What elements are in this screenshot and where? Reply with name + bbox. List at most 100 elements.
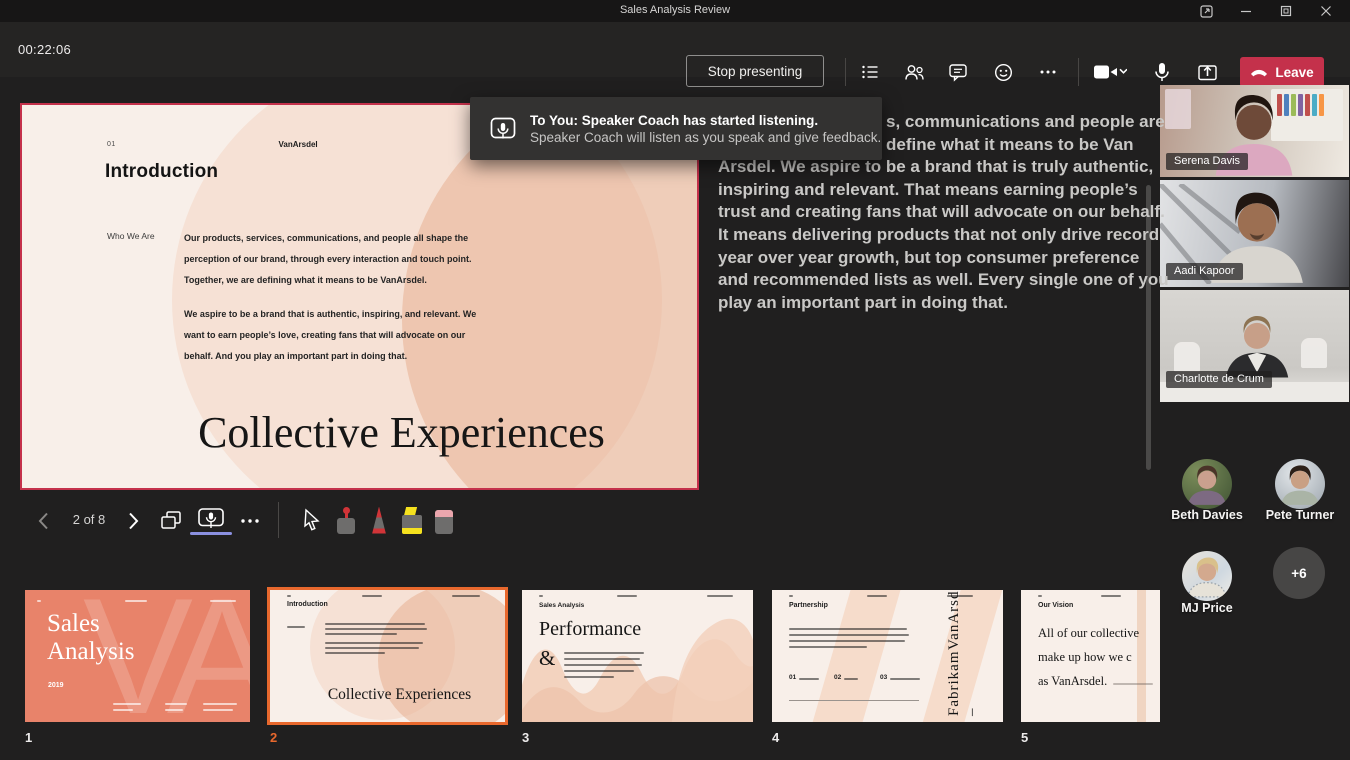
slide-brand-logo: VanArsdel <box>279 140 318 149</box>
slide-thumbnail-2-selected[interactable]: Introduction Collective Experiences <box>267 587 508 725</box>
show-participants-button[interactable] <box>897 56 931 88</box>
toast-title: To You: Speaker Coach has started listen… <box>530 113 881 128</box>
slide-section-number: 01 <box>107 141 116 148</box>
chevron-right-icon <box>128 512 139 530</box>
hangup-icon <box>1250 67 1268 77</box>
highlighter-icon <box>402 507 422 534</box>
thumbnail-number: 1 <box>25 730 32 745</box>
background-poster <box>1165 89 1191 129</box>
notes-line: play an important part in doing that. <box>718 292 1142 315</box>
pointer-tool-button[interactable] <box>298 506 326 534</box>
avatar-beth-davies[interactable] <box>1182 459 1232 509</box>
slide-position-label: 2 of 8 <box>62 512 116 527</box>
minimize-button[interactable] <box>1226 0 1266 22</box>
minimize-icon <box>1240 5 1252 17</box>
more-presenter-tools-button[interactable] <box>234 508 266 534</box>
thumbnail-number: 4 <box>772 730 779 745</box>
more-icon <box>238 509 262 533</box>
thumbnail-list-item: 03 <box>880 674 887 681</box>
camera-caret-icon <box>1120 69 1127 73</box>
popout-icon <box>1200 5 1213 18</box>
slide-heading: Introduction <box>105 161 218 183</box>
eraser-tool-button[interactable] <box>430 505 458 535</box>
titlebar: Sales Analysis Review <box>0 0 1350 22</box>
window-controls <box>1186 0 1346 22</box>
thumbnail-divider <box>789 700 919 701</box>
speaker-coach-button[interactable] <box>192 504 230 534</box>
participant-name-label: Aadi Kapoor <box>1166 263 1243 280</box>
notes-line: It means delivering products that not on… <box>718 224 1142 247</box>
thumbnail-decor-stripe <box>802 590 906 722</box>
notes-line: trust and creating fans that will advoca… <box>718 201 1142 224</box>
thumbnail-text-line: make up how we c <box>1038 650 1132 665</box>
share-icon <box>1196 61 1219 84</box>
teams-meeting-window: Sales Analysis Review 00:22:06 Stop pres… <box>0 0 1350 760</box>
pen-tool-button[interactable] <box>365 505 393 535</box>
speaker-coach-icon <box>197 507 225 531</box>
slide-thumbnail-1[interactable]: VA Sales Analysis 2019 <box>25 590 250 722</box>
slide-body-text: Our products, services, communications, … <box>184 228 496 367</box>
thumbnail-number-selected: 2 <box>270 730 277 745</box>
notes-line: and recommended lists as well. Every sin… <box>718 269 1142 292</box>
participant-name-label: Serena Davis <box>1166 153 1248 170</box>
leave-label: Leave <box>1275 65 1313 80</box>
toolbar-divider <box>845 58 846 86</box>
previous-slide-button[interactable] <box>30 508 56 534</box>
thumbnail-title: Performance <box>539 618 641 641</box>
slide-main-title: Collective Experiences <box>198 407 605 458</box>
window-title: Sales Analysis Review <box>0 4 1350 16</box>
toast-text: To You: Speaker Coach has started listen… <box>530 113 881 145</box>
more-options-button[interactable] <box>1031 56 1065 88</box>
mic-button[interactable] <box>1145 56 1179 88</box>
stop-presenting-button[interactable]: Stop presenting <box>686 55 824 87</box>
share-button[interactable] <box>1190 56 1224 88</box>
thumbnail-heading: Introduction <box>287 601 328 608</box>
maximize-button[interactable] <box>1266 0 1306 22</box>
participant-name-label: Charlotte de Crum <box>1166 371 1272 388</box>
people-icon <box>903 61 926 84</box>
speaker-coach-active-indicator <box>190 532 232 535</box>
chevron-left-icon <box>38 512 49 530</box>
slide-thumbnail-5[interactable]: Our Vision All of our collective make up… <box>1021 590 1160 722</box>
pen-icon <box>370 507 388 534</box>
close-button[interactable] <box>1306 0 1346 22</box>
highlighter-tool-button[interactable] <box>397 505 427 535</box>
overflow-participants-button[interactable]: +6 <box>1273 547 1325 599</box>
laser-tool-button[interactable] <box>332 505 360 535</box>
grid-view-button[interactable] <box>156 506 186 536</box>
slide-paragraph: We aspire to be a brand that is authenti… <box>184 304 496 367</box>
avatar-mj-price[interactable] <box>1182 551 1232 601</box>
video-tile-aadi-kapoor[interactable]: Aadi Kapoor <box>1160 180 1349 287</box>
video-tile-serena-davis[interactable]: Serena Davis <box>1160 85 1349 177</box>
slide-section-label: Who We Are <box>107 231 155 241</box>
speaker-coach-toast[interactable]: To You: Speaker Coach has started listen… <box>470 97 882 160</box>
leave-button[interactable]: Leave <box>1240 57 1324 87</box>
avatar-name-label: Pete Turner <box>1245 508 1350 522</box>
thumbnail-number: 5 <box>1021 730 1028 745</box>
reactions-button[interactable] <box>986 56 1020 88</box>
participant-silhouette <box>1182 459 1232 509</box>
thumbnail-vertical-title: Fabrikam – VanArsdel <box>945 596 981 716</box>
camera-button[interactable] <box>1088 56 1132 88</box>
notes-line: inspiring and relevant. That means earni… <box>718 179 1142 202</box>
thumbnail-title: Collective Experiences <box>328 686 471 704</box>
slide-thumbnail-4[interactable]: Partnership 01 02 03 Fabrikam – VanArsde… <box>772 590 1003 722</box>
slide-paragraph: Our products, services, communications, … <box>184 228 496 291</box>
mic-icon <box>1151 61 1173 84</box>
thumbnail-heading: Sales Analysis <box>539 602 584 609</box>
thumbnail-list-item: 01 <box>789 674 796 681</box>
agenda-icon <box>859 61 881 83</box>
slide-thumbnail-3[interactable]: Sales Analysis Performance & <box>522 590 753 722</box>
popout-button[interactable] <box>1186 0 1226 22</box>
reactions-icon <box>992 61 1015 84</box>
show-agenda-button[interactable] <box>853 56 887 88</box>
chat-button[interactable] <box>941 56 975 88</box>
presented-slide[interactable]: 01 VanArsdel Introduction Who We Are Our… <box>20 103 699 490</box>
thumbnail-list-item: 02 <box>834 674 841 681</box>
thumbnail-text-line: as VanArsdel. <box>1038 674 1107 689</box>
notes-line: year over year growth, but top consumer … <box>718 247 1142 270</box>
next-slide-button[interactable] <box>120 508 146 534</box>
meeting-toolbar: 00:22:06 Stop presenting Leav <box>0 22 1350 77</box>
avatar-pete-turner[interactable] <box>1275 459 1325 509</box>
video-tile-charlotte-de-crum[interactable]: Charlotte de Crum <box>1160 290 1349 402</box>
